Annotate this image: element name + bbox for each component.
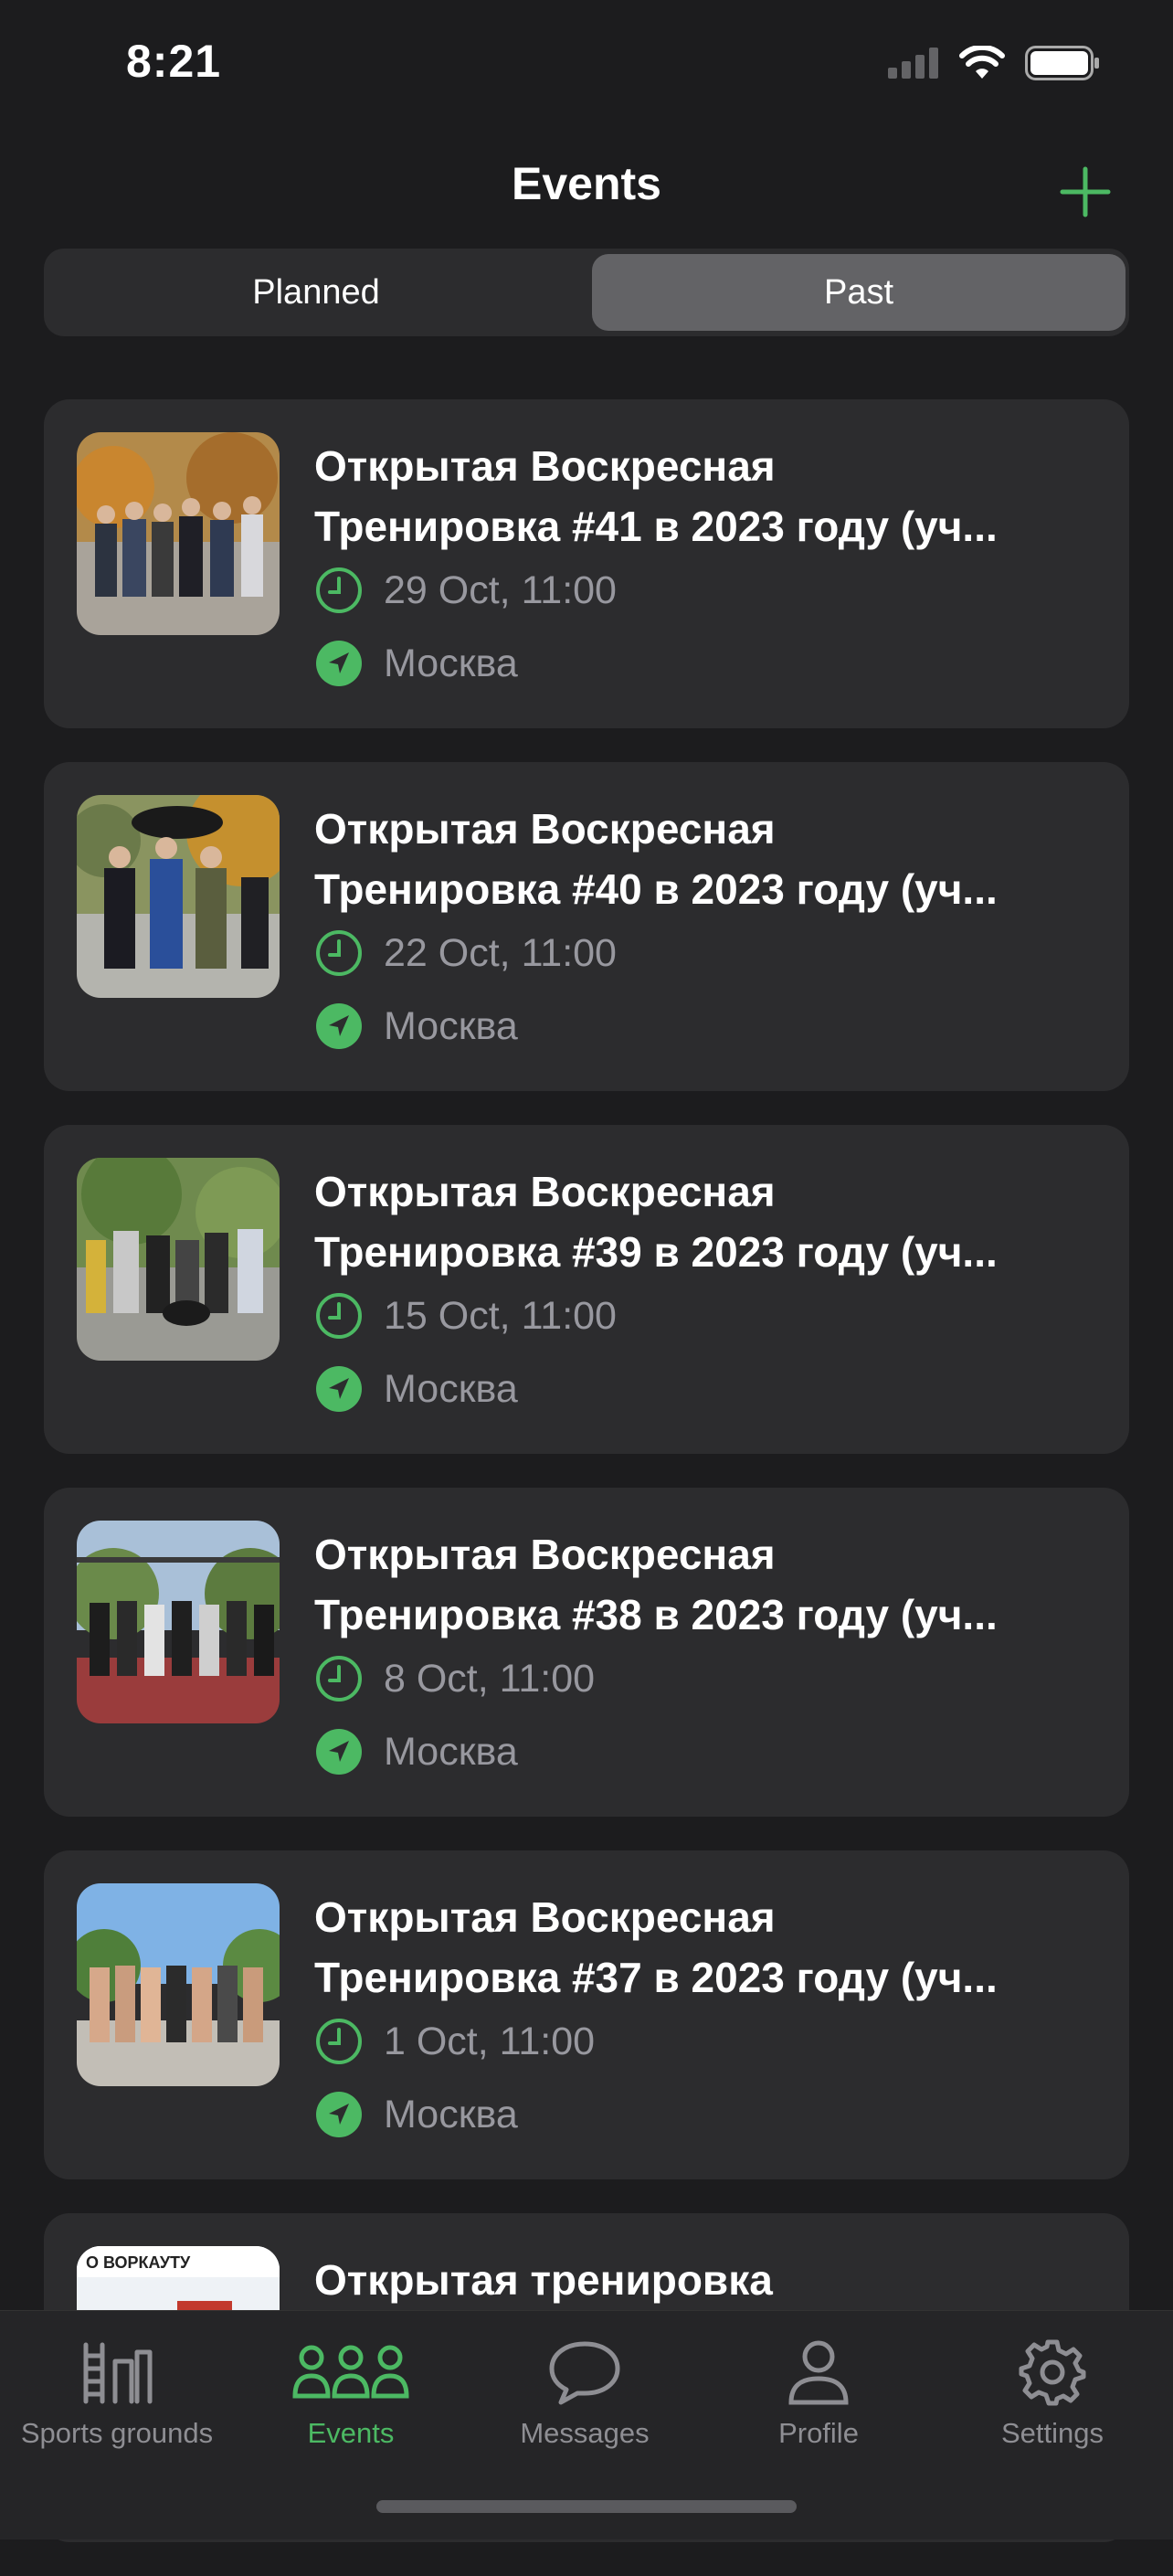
event-card[interactable]: Открытая Воскресная Тренировка #38 в 202…	[44, 1488, 1129, 1817]
battery-icon	[1025, 46, 1099, 80]
event-photo	[77, 432, 280, 635]
event-location-row: Москва	[314, 639, 518, 688]
tab-sports-grounds[interactable]: Sports grounds	[0, 2333, 234, 2450]
event-date: 22 Oct, 11:00	[384, 930, 617, 975]
event-date-row: 15 Oct, 11:00	[314, 1291, 617, 1341]
event-card[interactable]: Открытая Воскресная Тренировка #39 в 202…	[44, 1125, 1129, 1454]
tab-label: Profile	[778, 2417, 859, 2449]
segment-past[interactable]: Past	[592, 254, 1125, 331]
event-date-row: 1 Oct, 11:00	[314, 2017, 595, 2066]
cellular-signal-icon	[888, 48, 938, 79]
event-photo	[77, 1883, 280, 2086]
event-title: Открытая Воскресная Тренировка #41 в 202…	[314, 442, 998, 550]
tab-profile[interactable]: Profile	[702, 2333, 935, 2450]
gear-icon	[1019, 2339, 1086, 2406]
home-indicator[interactable]	[376, 2500, 797, 2513]
clock-icon	[316, 567, 362, 613]
event-date: 15 Oct, 11:00	[384, 1293, 617, 1338]
sports-grounds-icon	[83, 2342, 153, 2404]
event-date: 8 Oct, 11:00	[384, 1656, 596, 1701]
event-date: 1 Oct, 11:00	[384, 2019, 596, 2063]
tab-label: Messages	[520, 2417, 650, 2449]
location-arrow-icon	[316, 1003, 362, 1049]
tab-label: Events	[307, 2417, 395, 2449]
event-date-row: 29 Oct, 11:00	[314, 566, 617, 615]
event-title: Открытая тренировка	[314, 2256, 773, 2304]
clock-icon	[316, 930, 362, 976]
event-location: Москва	[384, 1003, 518, 1048]
event-date: 29 Oct, 11:00	[384, 567, 617, 612]
event-date-row: 8 Oct, 11:00	[314, 1654, 595, 1703]
event-title: Открытая Воскресная Тренировка #39 в 202…	[314, 1168, 998, 1276]
segment-planned[interactable]: Planned	[49, 254, 583, 331]
page-title: Events	[512, 158, 661, 209]
wifi-icon	[959, 46, 1005, 79]
event-photo	[77, 1158, 280, 1361]
tab-settings[interactable]: Settings	[935, 2333, 1169, 2450]
event-location: Москва	[384, 1729, 518, 1774]
event-photo	[77, 1521, 280, 1723]
location-arrow-icon	[316, 1366, 362, 1412]
event-list: Открытая Воскресная Тренировка #41 в 202…	[44, 399, 1129, 2576]
location-arrow-icon	[316, 2092, 362, 2137]
event-title: Открытая Воскресная Тренировка #40 в 202…	[314, 805, 998, 913]
status-icons	[888, 46, 1100, 80]
tab-label: Settings	[1000, 2417, 1104, 2449]
event-location-row: Москва	[314, 1727, 518, 1776]
event-date-row: 22 Oct, 11:00	[314, 928, 617, 978]
message-bubble-icon	[549, 2341, 620, 2405]
clock-icon	[316, 1656, 362, 1701]
tab-events[interactable]: Events	[234, 2333, 468, 2450]
events-segmented-control: Planned Past	[44, 249, 1129, 336]
event-photo	[77, 795, 280, 998]
event-location-row: Москва	[314, 1002, 518, 1051]
add-event-button[interactable]	[1058, 164, 1113, 219]
status-bar: 8:21	[0, 0, 1173, 137]
event-location-row: Москва	[314, 2090, 518, 2139]
location-arrow-icon	[316, 1729, 362, 1775]
clock-icon	[316, 2019, 362, 2064]
person-icon	[788, 2340, 849, 2405]
clock-icon	[316, 1293, 362, 1339]
event-title: Открытая Воскресная Тренировка #37 в 202…	[314, 1893, 998, 2001]
event-title: Открытая Воскресная Тренировка #38 в 202…	[314, 1531, 998, 1638]
svg-text:О ВОРКАУТУ: О ВОРКАУТУ	[86, 2253, 191, 2272]
tab-messages[interactable]: Messages	[468, 2333, 702, 2450]
event-location: Москва	[384, 641, 518, 685]
tab-label: Sports grounds	[20, 2417, 214, 2449]
event-location: Москва	[384, 2092, 518, 2136]
event-card[interactable]: Открытая Воскресная Тренировка #40 в 202…	[44, 762, 1129, 1091]
event-location-row: Москва	[314, 1364, 518, 1414]
event-location: Москва	[384, 1366, 518, 1411]
event-card[interactable]: Открытая Воскресная Тренировка #41 в 202…	[44, 399, 1129, 728]
location-arrow-icon	[316, 641, 362, 686]
people-icon	[292, 2345, 409, 2399]
status-time: 8:21	[126, 36, 222, 87]
event-card[interactable]: Открытая Воскресная Тренировка #37 в 202…	[44, 1850, 1129, 2179]
